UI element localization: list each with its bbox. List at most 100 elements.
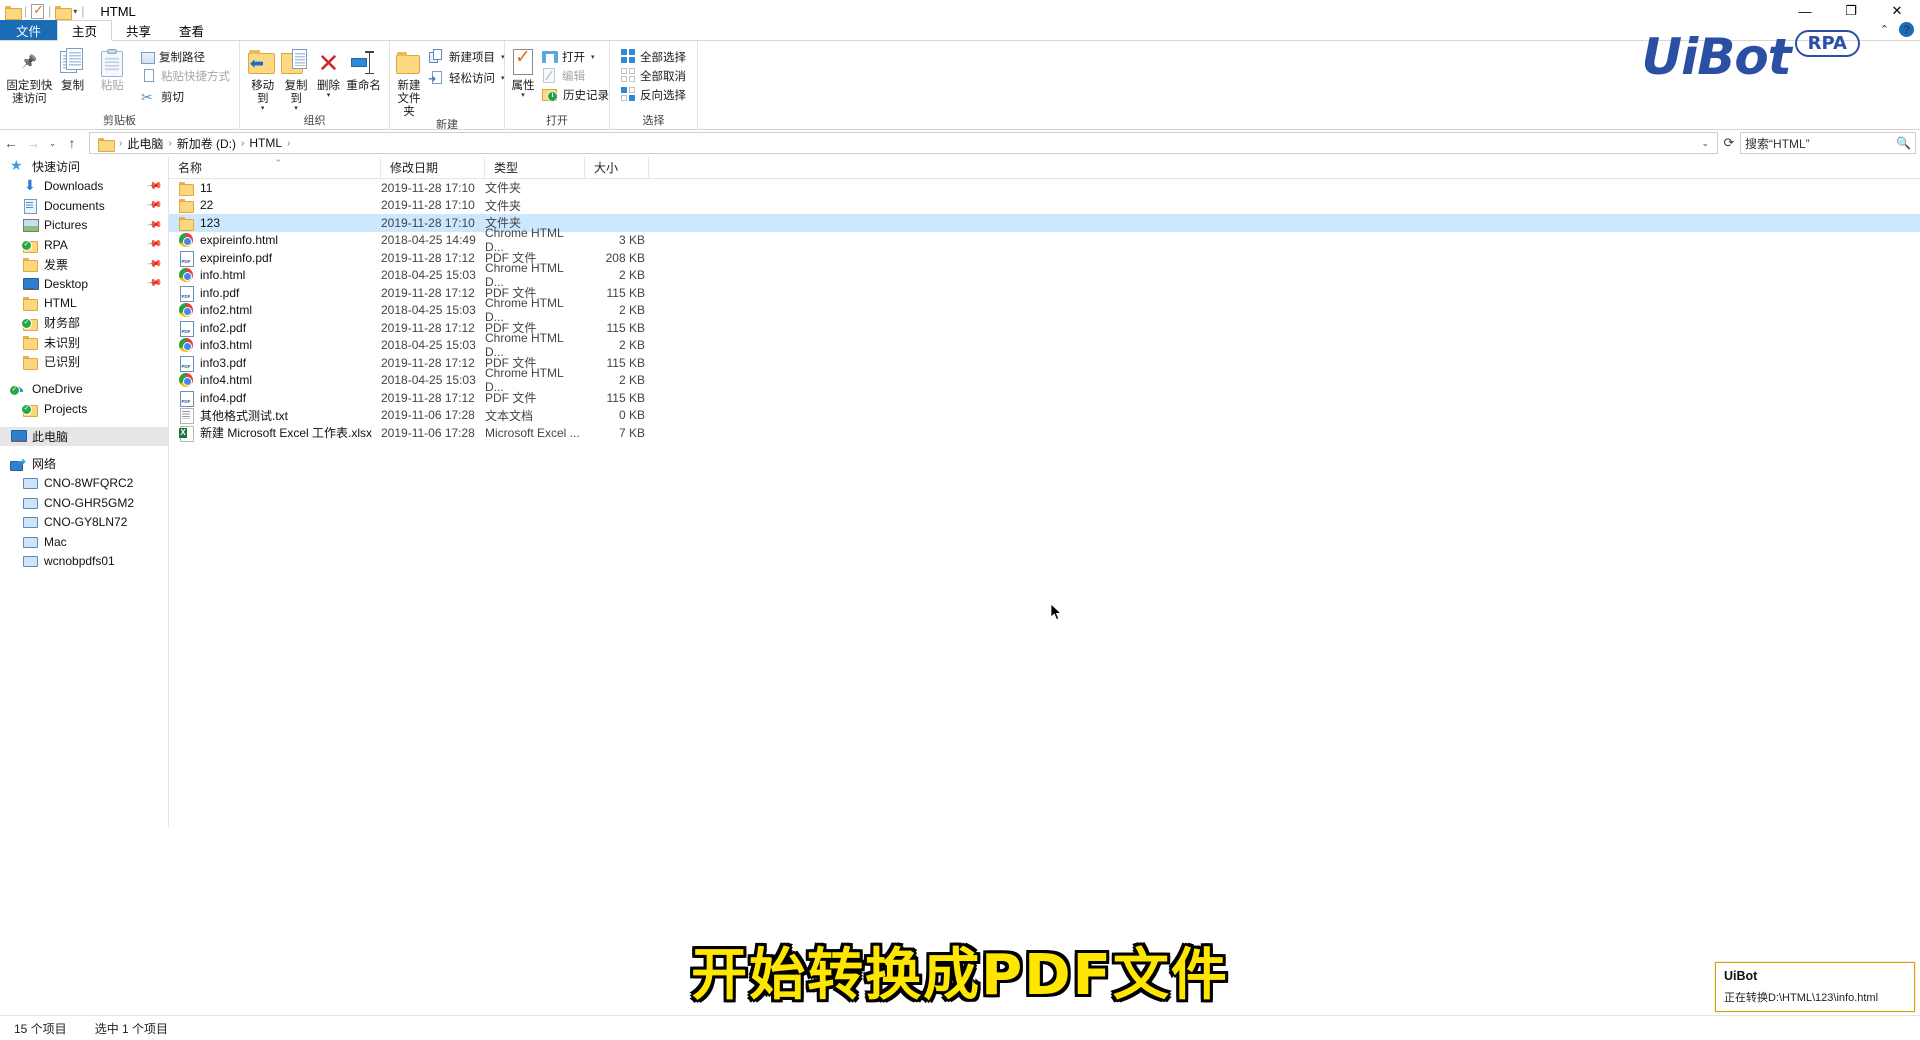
breadcrumb-item-1[interactable]: 新加卷 (D:) (174, 135, 239, 152)
table-row[interactable]: expireinfo.html 2018-04-25 14:49 Chrome HT… (169, 226, 1920, 254)
pin-icon[interactable]: 📌 (145, 276, 162, 292)
new-folder-button[interactable]: 新建 文件夹 (396, 44, 422, 119)
breadcrumb-item-2[interactable]: HTML (246, 136, 285, 150)
table-row[interactable]: info2.pdf2019-11-28 17:12PDF 文件115 KB (169, 319, 1920, 337)
recent-locations-button[interactable]: ⌄ (44, 132, 61, 154)
table-row[interactable]: info4.html 2018-04-25 15:03 Chrome HTML D.… (169, 366, 1920, 394)
search-icon[interactable]: 🔍 (1896, 136, 1911, 150)
easy-access-caret-icon[interactable]: ▾ (501, 74, 505, 82)
sidebar-item-17[interactable]: CNO-GY8LN72 (0, 513, 168, 533)
tab-share[interactable]: 共享 (112, 20, 166, 41)
sidebar-item-16[interactable]: CNO-GHR5GM2 (0, 493, 168, 513)
sidebar-item-18[interactable]: Mac (0, 532, 168, 552)
sidebar-item-10[interactable]: 已识别 (0, 352, 168, 372)
up-button[interactable]: ↑ (61, 132, 83, 154)
table-row[interactable]: info2.html 2018-04-25 15:03 Chrome HTML D.… (169, 296, 1920, 324)
refresh-button[interactable]: ⟳ (1718, 135, 1740, 151)
file-list-pane[interactable]: 名称 ⌃ 修改日期 类型 大小 11 2019-11-28 17:10 文件夹 22 2019-… (168, 156, 1920, 827)
column-header-1[interactable]: 修改日期 (381, 156, 485, 179)
sidebar-item-2[interactable]: Documents 📌 (0, 196, 168, 216)
tab-home[interactable]: 主页 (57, 20, 113, 41)
back-button[interactable]: ← (0, 132, 22, 154)
table-row[interactable]: 11 2019-11-28 17:10 文件夹 (169, 179, 1920, 197)
table-row[interactable]: 22 2019-11-28 17:10 文件夹 (169, 197, 1920, 215)
select-all-button[interactable]: 全部选择 (618, 47, 689, 66)
sidebar-item-15[interactable]: CNO-8WFQRC2 (0, 474, 168, 494)
cell-modified-date: 2019-11-28 17:10 (381, 180, 475, 195)
table-row[interactable]: 123 2019-11-28 17:10 文件夹 (169, 214, 1920, 232)
tab-file[interactable]: 文件 (0, 20, 58, 41)
sidebar-item-5[interactable]: 发票 📌 (0, 255, 168, 275)
copy-button[interactable]: 复制 (53, 44, 93, 93)
delete-button[interactable]: ✕ 删除 ▾ (313, 44, 345, 99)
sidebar-item-9[interactable]: 未识别 (0, 333, 168, 353)
copy-to-caret-icon[interactable]: ▾ (294, 105, 298, 112)
copy-path-button[interactable]: 复制路径 (138, 47, 233, 66)
table-row[interactable]: expireinfo.pdf2019-11-28 17:12PDF 文件208 … (169, 249, 1920, 267)
properties-caret-icon[interactable]: ▾ (521, 92, 525, 99)
sidebar-item-14[interactable]: 网络 (0, 454, 168, 474)
breadcrumb-item-0[interactable]: 此电脑 (124, 135, 166, 152)
pin-icon[interactable]: 📌 (145, 237, 162, 253)
chevron-down-icon[interactable]: ⌄ (1701, 138, 1713, 149)
table-row[interactable]: 其他格式测试.txt 2019-11-06 17:28 文本文档 0 KB (169, 407, 1920, 425)
new-folder-icon[interactable] (55, 5, 73, 20)
navigation-pane[interactable]: 快速访问 Downloads 📌 Documents 📌 Pictures 📌 RPA 📌 发票 📌… (0, 157, 168, 827)
column-header-2[interactable]: 类型 (485, 156, 585, 179)
table-row[interactable]: info4.pdf 2019-11-28 17:12 PDF 文件 115 KB (169, 389, 1920, 407)
open-caret-icon[interactable]: ▾ (591, 53, 595, 61)
pin-to-quick-access-button[interactable]: 固定到快 速访问 (6, 44, 53, 106)
select-none-button[interactable]: 全部取消 (618, 66, 689, 85)
invert-selection-button[interactable]: 反向选择 (618, 85, 689, 104)
chevron-down-icon[interactable]: ▾ (73, 7, 77, 16)
sidebar-item-4[interactable]: RPA 📌 (0, 235, 168, 255)
pin-icon[interactable]: 📌 (145, 178, 162, 194)
easy-access-button[interactable]: ➜ 轻松访问 ▾ (426, 68, 508, 87)
tab-view[interactable]: 查看 (165, 20, 219, 41)
sidebar-item-19[interactable]: wcnobpdfs01 (0, 552, 168, 572)
properties-button[interactable]: ✓ 属性 ▾ (511, 44, 535, 99)
table-row[interactable]: info.pdf2019-11-28 17:12PDF 文件115 KB (169, 284, 1920, 302)
sidebar-item-1[interactable]: Downloads 📌 (0, 177, 168, 197)
move-to-caret-icon[interactable]: ▾ (261, 105, 265, 112)
paste-button[interactable]: 粘贴 (92, 44, 132, 93)
uibot-notification[interactable]: UiBot 正在转换D:\HTML\123\info.html (1715, 962, 1915, 1012)
search-input[interactable]: 搜索“HTML” 🔍 (1740, 132, 1916, 154)
table-row[interactable]: info3.pdf2019-11-28 17:12PDF 文件115 KB (169, 354, 1920, 372)
forward-button[interactable]: → (22, 132, 44, 154)
move-to-button[interactable]: ⬅ 移动到 ▾ (246, 44, 279, 112)
sidebar-item-3[interactable]: Pictures 📌 (0, 216, 168, 236)
easy-access-icon: ➜ (428, 70, 445, 86)
paste-shortcut-button[interactable]: 粘贴快捷方式 (138, 66, 233, 85)
sidebar-item-12[interactable]: Projects (0, 399, 168, 419)
edit-button[interactable]: 编辑 (539, 66, 612, 85)
sidebar-item-6[interactable]: Desktop 📌 (0, 274, 168, 294)
open-button[interactable]: 打开 ▾ (539, 47, 612, 66)
delete-caret-icon[interactable]: ▾ (327, 92, 331, 99)
sidebar-item-8[interactable]: 财务部 (0, 313, 168, 333)
column-header-3[interactable]: 大小 (585, 156, 649, 179)
sidebar-item-11[interactable]: OneDrive (0, 378, 168, 400)
cell-type: 文件夹 (485, 181, 522, 196)
cut-button[interactable]: 剪切 (138, 87, 233, 106)
table-row[interactable]: info3.html 2018-04-25 15:03 Chrome HTML D.… (169, 331, 1920, 359)
pin-icon[interactable]: 📌 (145, 217, 162, 233)
pin-icon[interactable]: 📌 (145, 198, 162, 214)
sidebar-item-0[interactable]: 快速访问 (0, 157, 168, 177)
sidebar-item-7[interactable]: HTML (0, 294, 168, 314)
copy-to-button[interactable]: 复制到 ▾ (279, 44, 312, 112)
collapse-ribbon-icon[interactable]: ⌃ (1880, 23, 1889, 36)
sidebar-item-13[interactable]: 此电脑 (0, 426, 168, 446)
rename-button[interactable]: 重命名 (344, 44, 383, 93)
pin-icon[interactable]: 📌 (145, 256, 162, 272)
table-row[interactable]: info.html 2018-04-25 15:03 Chrome HTML D..… (169, 261, 1920, 289)
table-row[interactable]: 新建 Microsoft Excel 工作表.xlsx 2019-11-06 17… (169, 424, 1920, 442)
folder-icon[interactable] (5, 5, 22, 20)
help-icon[interactable]: ? (1899, 22, 1914, 37)
history-button[interactable]: 历史记录 (539, 85, 612, 104)
properties-icon[interactable] (31, 2, 45, 19)
column-header-0[interactable]: 名称 ⌃ (169, 156, 381, 179)
new-item-caret-icon[interactable]: ▾ (501, 53, 505, 61)
new-item-button[interactable]: 新建项目 ▾ (426, 47, 508, 66)
breadcrumb[interactable]: › 此电脑 › 新加卷 (D:) › HTML › ⌄ (89, 132, 1718, 154)
